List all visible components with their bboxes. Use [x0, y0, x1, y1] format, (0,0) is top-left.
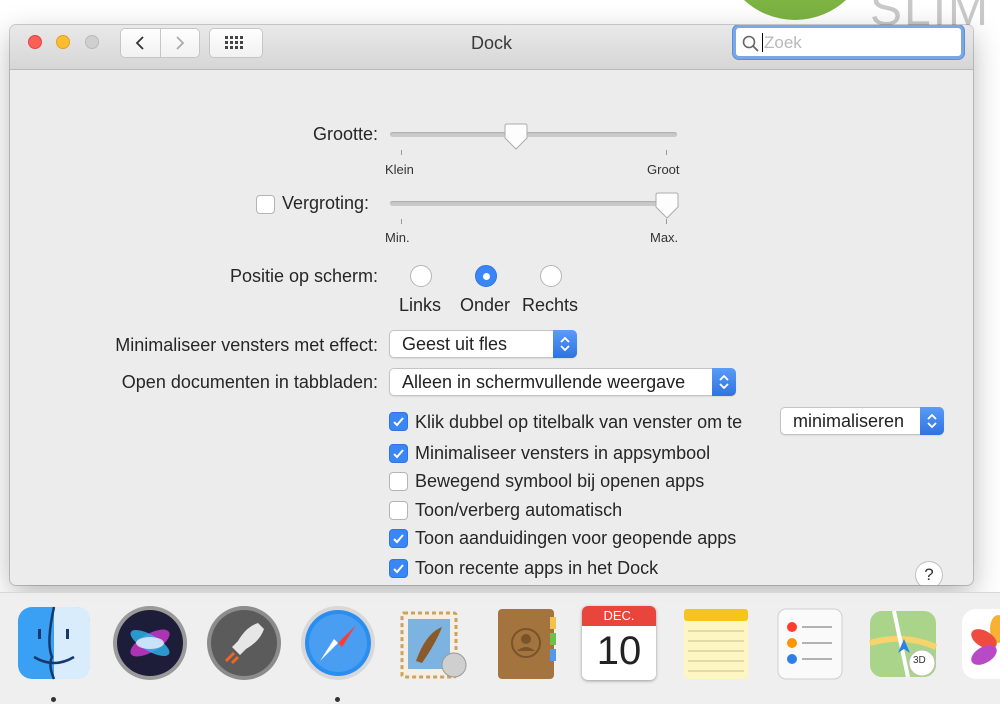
position-radio-right[interactable] [540, 265, 562, 287]
magnification-label: Vergroting: [282, 193, 370, 213]
option-label-animate-opening: Bewegend symbool bij openen apps [415, 471, 705, 491]
safari-running-indicator [335, 697, 340, 702]
double-click-checkbox[interactable] [389, 412, 408, 431]
size-slider-track[interactable] [390, 132, 677, 137]
reminders-icon[interactable] [770, 603, 850, 683]
checkmark-icon [393, 417, 404, 427]
size-max-label: Groot [647, 162, 680, 177]
size-tick-max [666, 150, 667, 155]
mail-icon[interactable] [392, 603, 472, 683]
preferences-window: Dock Zoek Grootte: Klein Groot Vergrotin… [10, 25, 973, 585]
magnification-tick-max [666, 219, 667, 224]
double-click-action-popup[interactable]: minimaliseren [780, 407, 944, 435]
minimize-effect-popup[interactable]: Geest uit fles [389, 330, 577, 358]
position-option-bottom-label: Onder [460, 295, 511, 315]
safari-icon[interactable] [298, 603, 378, 683]
option-label-show-indicators: Toon aanduidingen voor geopende apps [415, 528, 737, 548]
dock-preferences-content: Grootte: Klein Groot Vergroting: Min. Ma… [10, 71, 973, 585]
checkmark-icon [393, 564, 404, 574]
open-tabs-popup[interactable]: Alleen in schermvullende weergave [389, 368, 736, 396]
minimize-effect-value: Geest uit fles [402, 334, 508, 354]
double-click-label: Klik dubbel op titelbalk van venster om … [415, 412, 743, 432]
updown-arrows-icon [553, 330, 577, 358]
calendar-icon[interactable]: DEC. 10 [582, 606, 656, 680]
magnification-slider-track[interactable] [390, 201, 677, 206]
updown-arrows-icon [712, 368, 736, 396]
option-label-show-recent: Toon recente apps in het Dock [415, 558, 659, 578]
text-caret [762, 33, 763, 52]
notes-icon[interactable] [676, 603, 756, 683]
checkmark-icon [393, 449, 404, 459]
double-click-action-value: minimaliseren [793, 411, 905, 431]
maps-icon[interactable] [864, 603, 944, 683]
position-radio-left[interactable] [410, 265, 432, 287]
size-slider-thumb[interactable] [504, 123, 528, 151]
option-checkbox-show-indicators[interactable] [389, 529, 408, 548]
option-checkbox-show-recent[interactable] [389, 559, 408, 578]
search-field[interactable]: Zoek [733, 25, 964, 59]
position-option-right-label: Rechts [522, 295, 579, 315]
checkmark-icon [393, 534, 404, 544]
open-tabs-label: Open documenten in tabbladen: [121, 372, 378, 392]
option-checkbox-autohide[interactable] [389, 501, 408, 520]
launchpad-icon[interactable] [204, 603, 284, 683]
titlebar: Dock Zoek [10, 25, 973, 70]
size-tick-min [401, 150, 402, 155]
magnification-tick-min [401, 219, 402, 224]
siri-icon[interactable] [110, 603, 190, 683]
finder-icon[interactable] [14, 603, 94, 683]
option-checkbox-animate-opening[interactable] [389, 472, 408, 491]
magnification-checkbox[interactable] [256, 195, 275, 214]
contacts-icon[interactable] [488, 603, 568, 683]
option-checkbox-minimize-into-icon[interactable] [389, 444, 408, 463]
magnification-max-label: Max. [650, 230, 679, 245]
help-button[interactable]: ? [915, 561, 943, 585]
minimize-effect-label: Minimaliseer vensters met effect: [115, 335, 378, 355]
updown-arrows-icon [920, 407, 944, 435]
calendar-day: 10 [596, 629, 642, 673]
position-option-left-label: Links [399, 295, 442, 315]
finder-running-indicator [51, 697, 56, 702]
position-label: Positie op scherm: [229, 266, 378, 286]
size-min-label: Klein [385, 162, 414, 177]
photos-icon[interactable] [958, 603, 1000, 683]
size-label: Grootte: [312, 124, 378, 144]
magnification-min-label: Min. [385, 230, 410, 245]
option-label-autohide: Toon/verberg automatisch [415, 500, 623, 520]
dock: DEC. 10 3D [0, 592, 1000, 704]
desktop-background-shape [720, 0, 870, 20]
option-label-minimize-into-icon: Minimaliseer vensters in appsymbool [415, 443, 711, 463]
search-placeholder: Zoek [764, 33, 802, 52]
magnification-slider-thumb[interactable] [655, 192, 679, 220]
search-icon [742, 35, 759, 52]
maps-3d-badge: 3D [913, 655, 926, 666]
open-tabs-value: Alleen in schermvullende weergave [402, 372, 686, 392]
calendar-month: DEC. [582, 606, 656, 626]
position-radio-bottom[interactable] [475, 265, 497, 287]
